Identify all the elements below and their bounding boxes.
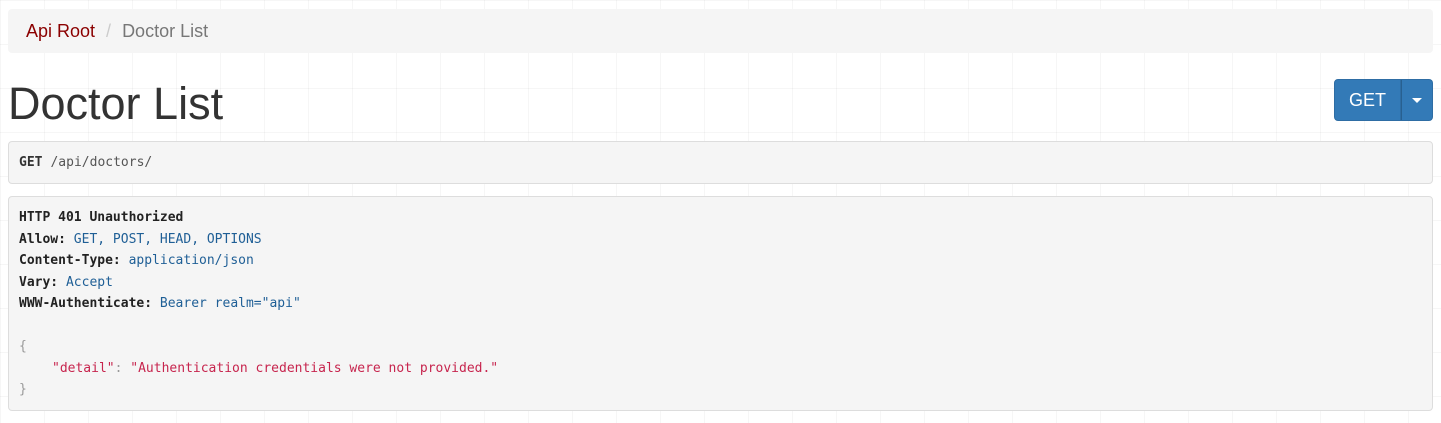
breadcrumb-link-api-root[interactable]: Api Root <box>26 21 95 42</box>
page-title: Doctor List <box>8 78 224 129</box>
response-status: HTTP 401 Unauthorized <box>19 210 184 225</box>
response-header-row: WWW-Authenticate: Bearer realm="api" <box>19 293 1422 315</box>
request-path: /api/doctors/ <box>50 155 153 170</box>
get-button[interactable]: GET <box>1334 79 1401 121</box>
json-colon: : <box>114 360 123 376</box>
response-info: HTTP 401 Unauthorized Allow: GET, POST, H… <box>8 196 1433 411</box>
header-name: Vary: <box>19 274 59 290</box>
json-key: "detail" <box>52 360 115 376</box>
response-status-line: HTTP 401 Unauthorized <box>19 207 1422 229</box>
header-value: Bearer realm="api" <box>159 296 301 311</box>
json-value: "Authentication credentials were not pro… <box>130 360 499 376</box>
header-name: Content-Type: <box>19 253 121 268</box>
request-method: GET <box>19 155 43 170</box>
breadcrumb-separator: / <box>106 20 112 41</box>
header-value: application/json <box>128 253 254 268</box>
response-header-row: Allow: GET, POST, HEAD, OPTIONS <box>19 229 1422 251</box>
json-close-brace: } <box>19 382 27 397</box>
request-info: GET /api/doctors/ <box>8 141 1433 184</box>
method-dropdown-toggle[interactable] <box>1401 79 1433 121</box>
header-value: Accept <box>65 274 113 290</box>
header-name: Allow: <box>19 231 66 247</box>
json-open-brace: { <box>19 339 27 354</box>
json-close-line: } <box>19 379 1422 401</box>
json-detail-line: "detail": "Authentication credentials we… <box>19 358 1422 380</box>
method-button-group: GET <box>1334 79 1433 121</box>
header-name: WWW-Authenticate: <box>19 296 153 311</box>
caret-down-icon <box>1412 97 1422 103</box>
response-header-row: Vary: Accept <box>19 272 1422 294</box>
header-value: GET, POST, HEAD, OPTIONS <box>73 231 262 247</box>
breadcrumb-current: Doctor List <box>122 20 209 41</box>
response-header-row: Content-Type: application/json <box>19 250 1422 272</box>
breadcrumb: Api Root / Doctor List <box>8 9 1433 53</box>
json-open-line: { <box>19 336 1422 358</box>
